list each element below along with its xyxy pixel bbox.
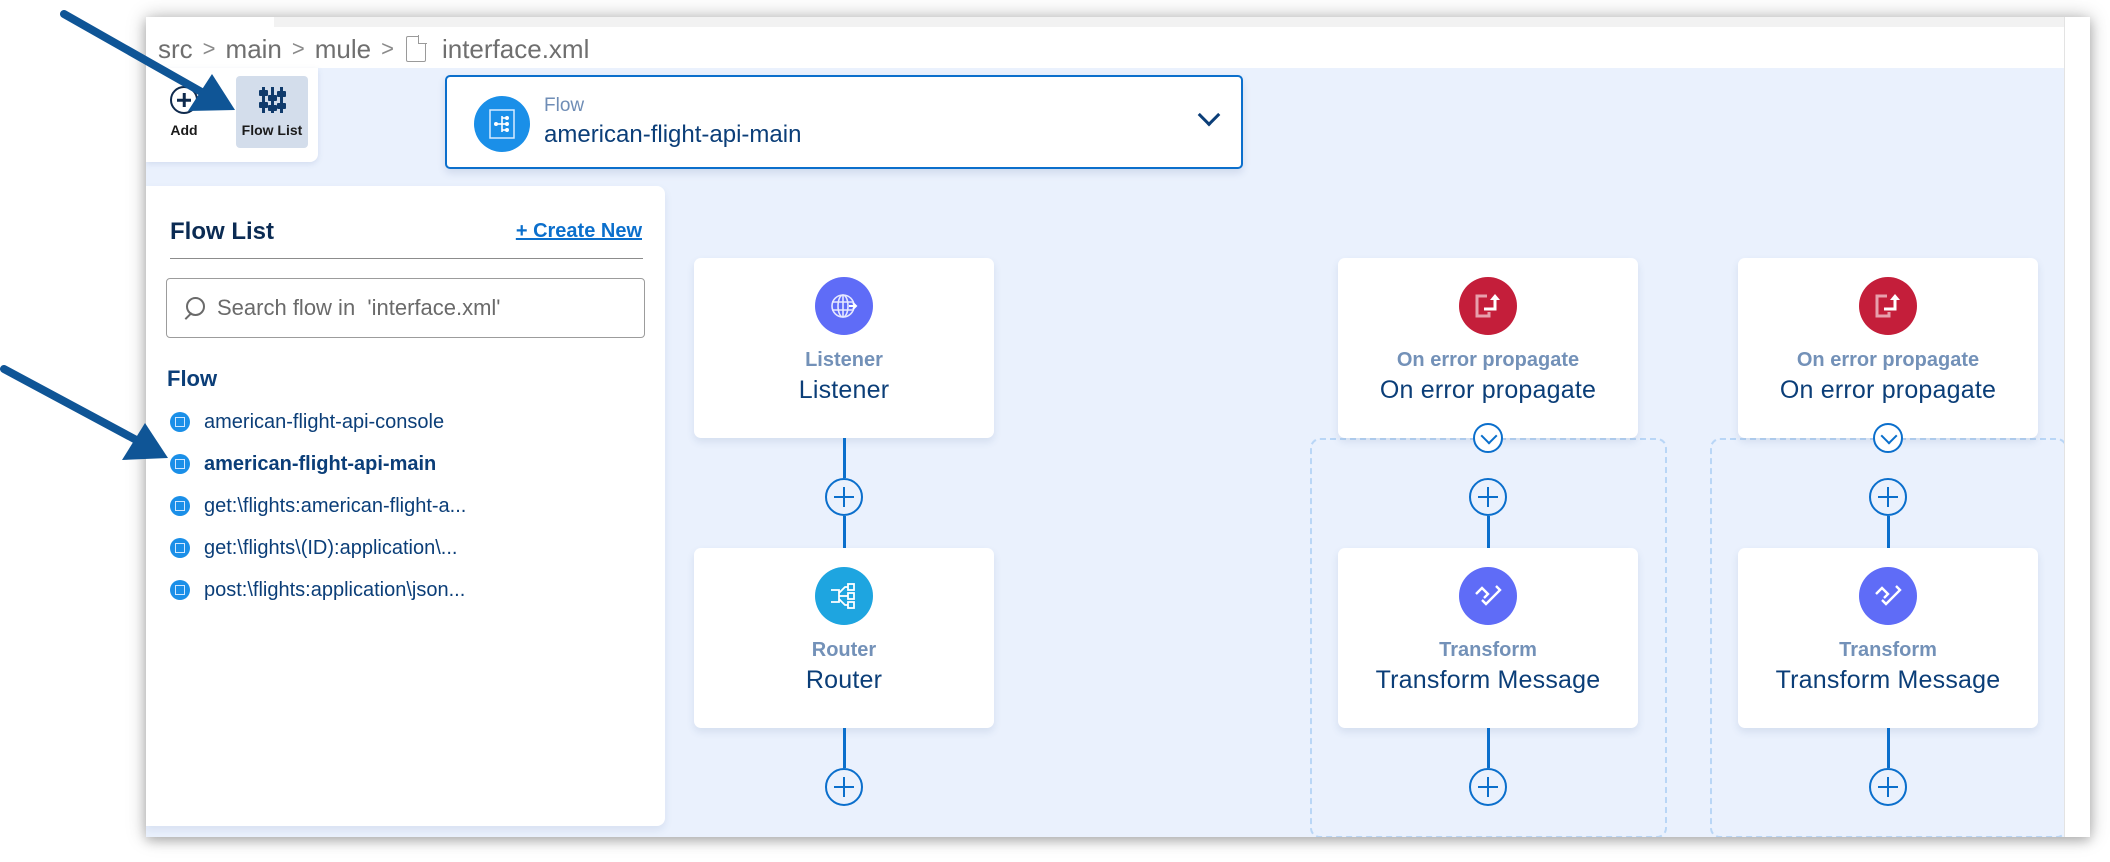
add-button-label: Add	[170, 122, 198, 138]
component-type: Transform	[1439, 639, 1537, 661]
flow-icon	[170, 580, 190, 600]
component-name: On error propagate	[1779, 376, 1997, 404]
editor-window: src > main > mule > interface.xml Add Fl…	[146, 17, 2090, 837]
flow-list-item[interactable]: get:\flights:american-flight-a...	[170, 485, 466, 527]
flow-list-item-label: post:\flights:application\json...	[204, 578, 466, 601]
flow-list-item[interactable]: american-flight-api-console	[170, 401, 466, 443]
flow-list-item[interactable]: get:\flights\(ID):application\...	[170, 527, 466, 569]
flow-section-heading: Flow	[167, 366, 218, 391]
screenshot-stage: src > main > mule > interface.xml Add Fl…	[0, 0, 2110, 862]
connector-line	[843, 438, 846, 478]
flow-list-item-label: american-flight-api-main	[204, 452, 437, 475]
component-card-transform[interactable]: Transform Transform Message	[1338, 548, 1638, 728]
connector-line	[1887, 516, 1890, 548]
chevron-down-icon[interactable]	[1197, 103, 1221, 127]
arrow-icon	[0, 365, 168, 460]
error-propagate-icon	[1859, 277, 1917, 335]
add-component-button[interactable]	[825, 768, 863, 806]
flow-list-button-label: Flow List	[241, 122, 303, 138]
component-name: Transform Message	[1775, 666, 2001, 694]
component-type: On error propagate	[1796, 349, 1980, 371]
breadcrumb-separator: >	[381, 36, 394, 61]
search-flow-input[interactable]	[217, 295, 637, 321]
breadcrumb-separator: >	[291, 36, 305, 61]
flow-list-item-label: get:\flights\(ID):application\...	[204, 536, 458, 559]
flow-list: american-flight-api-console american-fli…	[170, 401, 466, 611]
search-icon	[183, 297, 205, 319]
flow-list-item-label: american-flight-api-console	[204, 410, 445, 433]
flow-list-item-active[interactable]: american-flight-api-main	[170, 443, 466, 485]
flow-list-title: Flow List	[170, 218, 274, 245]
palette-toolbar: Add Flow List	[146, 68, 318, 162]
collapse-chevron-icon[interactable]	[1873, 423, 1903, 453]
connector-line	[843, 728, 846, 768]
flow-icon	[170, 538, 190, 558]
flow-selector-label: Flow	[544, 95, 585, 116]
tab-strip	[274, 17, 2064, 27]
flow-icon	[474, 96, 530, 152]
component-name: Listener	[798, 376, 890, 404]
connector-line	[1887, 728, 1890, 768]
divider	[170, 258, 643, 259]
connector-line	[1487, 728, 1490, 768]
scrollbar-track[interactable]	[2064, 17, 2090, 837]
component-type: Listener	[805, 349, 883, 371]
flow-icon	[170, 454, 190, 474]
flow-canvas: Add Flow List Flow american-flight-api-m…	[146, 68, 2067, 837]
breadcrumb-item-main[interactable]: main	[226, 34, 282, 65]
transform-icon	[1859, 567, 1917, 625]
component-card-router[interactable]: Router Router	[694, 548, 994, 728]
search-field[interactable]	[166, 278, 645, 338]
breadcrumb-item-mule[interactable]: mule	[315, 34, 371, 65]
router-icon	[815, 567, 873, 625]
add-component-button[interactable]	[1869, 768, 1907, 806]
breadcrumb-item-src[interactable]: src	[158, 34, 193, 65]
component-name: On error propagate	[1379, 376, 1597, 404]
sliders-icon	[258, 86, 286, 114]
collapse-chevron-icon[interactable]	[1473, 423, 1503, 453]
component-name: Transform Message	[1375, 666, 1601, 694]
add-button[interactable]: Add	[156, 76, 212, 148]
component-type: Transform	[1839, 639, 1937, 661]
breadcrumb-separator: >	[202, 36, 216, 61]
plus-circle-icon	[170, 86, 198, 114]
component-type: Router	[811, 639, 877, 661]
flow-icon	[170, 496, 190, 516]
add-component-button[interactable]	[1469, 768, 1507, 806]
add-component-button[interactable]	[1869, 478, 1907, 516]
component-card-on-error-propagate[interactable]: On error propagate On error propagate	[1738, 258, 2038, 438]
component-card-transform[interactable]: Transform Transform Message	[1738, 548, 2038, 728]
flow-selector-value: american-flight-api-main	[544, 121, 802, 148]
globe-listener-icon	[815, 277, 873, 335]
add-component-button[interactable]	[1469, 478, 1507, 516]
breadcrumb: src > main > mule > interface.xml	[158, 31, 589, 67]
flow-list-button[interactable]: Flow List	[236, 76, 308, 148]
connector-line	[1487, 516, 1490, 548]
component-card-on-error-propagate[interactable]: On error propagate On error propagate	[1338, 258, 1638, 438]
component-name: Router	[805, 666, 883, 694]
flow-list-item-label: get:\flights:american-flight-a...	[204, 494, 467, 517]
transform-icon	[1459, 567, 1517, 625]
component-card-listener[interactable]: Listener Listener	[694, 258, 994, 438]
connector-line	[843, 516, 846, 548]
flow-list-item[interactable]: post:\flights:application\json...	[170, 569, 466, 611]
create-new-flow-link[interactable]: + Create New	[516, 220, 642, 243]
add-component-button[interactable]	[825, 478, 863, 516]
error-propagate-icon	[1459, 277, 1517, 335]
flow-selector-dropdown[interactable]: Flow american-flight-api-main	[445, 75, 1243, 169]
flow-list-panel: Flow List + Create New Flow american-fli…	[146, 186, 665, 826]
component-type: On error propagate	[1396, 349, 1580, 371]
file-icon	[405, 35, 427, 62]
flow-icon	[170, 412, 190, 432]
breadcrumb-file[interactable]: interface.xml	[442, 34, 589, 65]
